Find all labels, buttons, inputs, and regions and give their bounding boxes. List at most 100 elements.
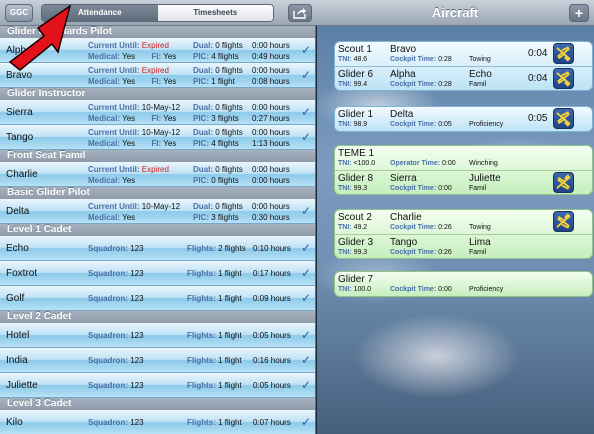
land-button[interactable]: [553, 43, 574, 64]
squadron: Squadron: 123: [88, 244, 144, 253]
pic-hours: 0:49 hours: [252, 52, 290, 61]
checkmark-icon: ✓: [300, 291, 311, 305]
cockpit-time: Cockpit Time: 0:26: [390, 224, 452, 231]
checkmark-icon: ✓: [300, 378, 311, 392]
pilot-1: Alpha: [390, 69, 416, 80]
dual-hours: 0:00 hours: [252, 128, 290, 137]
pilot-row[interactable]: Alpha Current Until: Expired Medical: Ye…: [0, 38, 315, 63]
squadron: Squadron: 123: [88, 269, 144, 278]
squadron: Squadron: 123: [88, 381, 144, 390]
cockpit-time: Cockpit Time: 0:28: [390, 56, 452, 63]
ggc-button[interactable]: GGC: [5, 4, 33, 22]
pilot-1: Delta: [390, 109, 414, 120]
hours: 0:09 hours: [253, 294, 291, 303]
aircraft-card[interactable]: Scout 1 TNI: 48.6 Bravo Cockpit Time: 0:…: [334, 41, 593, 91]
aircraft-line[interactable]: Glider 7 TNI: 100.0 Cockpit Time: 0:00 P…: [335, 272, 592, 296]
checkmark-icon: ✓: [300, 130, 311, 144]
launch-button[interactable]: [553, 172, 574, 193]
launch-button[interactable]: [553, 211, 574, 232]
cadet-row[interactable]: Kilo Squadron: 123 Flights: 1 flight 0:0…: [0, 410, 315, 434]
tni: TNI: 98.9: [338, 121, 368, 128]
aircraft-line[interactable]: Glider 6 TNI: 99.4 Alpha Cockpit Time: 0…: [335, 66, 592, 90]
aircraft-line[interactable]: Glider 1 TNI: 98.9 Delta Cockpit Time: 0…: [335, 107, 592, 131]
pilot-1: Sierra: [390, 173, 417, 184]
aircraft-card[interactable]: Glider 7 TNI: 100.0 Cockpit Time: 0:00 P…: [334, 271, 593, 297]
land-button[interactable]: [553, 108, 574, 129]
dual-flights: Dual: 0 flights: [193, 103, 243, 112]
attendance-list[interactable]: Glider Standards Pilot Alpha Current Unt…: [0, 26, 316, 434]
pic-flights: PIC: 3 flights: [193, 213, 239, 222]
operator-time: Operator Time: 0:00: [390, 160, 456, 167]
pilot-row[interactable]: Delta Current Until: 10-May-12 Medical: …: [0, 199, 315, 224]
aircraft-card[interactable]: Glider 1 TNI: 98.9 Delta Cockpit Time: 0…: [334, 106, 593, 132]
cadet-row[interactable]: Juliette Squadron: 123 Flights: 1 flight…: [0, 373, 315, 398]
cadet-row[interactable]: Hotel Squadron: 123 Flights: 1 flight 0:…: [0, 323, 315, 348]
cadet-row[interactable]: India Squadron: 123 Flights: 1 flight 0:…: [0, 348, 315, 373]
tab-attendance[interactable]: Attendance: [42, 5, 158, 21]
pilot-name: Tango: [6, 132, 34, 143]
plane-landing-icon: [556, 111, 571, 127]
cadet-name: Golf: [6, 293, 25, 304]
cadet-name: Echo: [6, 243, 29, 254]
cockpit-time: Cockpit Time: 0:00: [390, 185, 452, 192]
pic-flights: PIC: 3 flights: [193, 114, 239, 123]
elapsed-time: 0:05: [528, 113, 548, 124]
launch-mode: Winching: [469, 160, 498, 167]
aircraft-line[interactable]: Glider 8 TNI: 99.3 Sierra Cockpit Time: …: [335, 170, 592, 194]
pilot-1: Charlie: [390, 212, 422, 223]
medical: Medical: Yes FI: Yes: [88, 77, 177, 86]
cadet-row[interactable]: Echo Squadron: 123 Flights: 2 flights 0:…: [0, 236, 315, 261]
launch-mode: Proficiency: [469, 286, 504, 293]
cadet-name: Kilo: [6, 417, 23, 428]
squadron: Squadron: 123: [88, 294, 144, 303]
section-header: Glider Instructor: [0, 88, 315, 100]
section-header: Level 1 Cadet: [0, 224, 315, 236]
aircraft-card[interactable]: Scout 2 TNI: 49.2 Charlie Cockpit Time: …: [334, 209, 593, 259]
hours: 0:17 hours: [253, 269, 291, 278]
flights: Flights: 1 flight: [187, 418, 242, 427]
tni: TNI: 49.2: [338, 224, 368, 231]
section-header: Glider Standards Pilot: [0, 26, 315, 38]
current-until: Current Until: 10-May-12: [88, 128, 181, 137]
land-button[interactable]: [553, 68, 574, 89]
dual-hours: 0:00 hours: [252, 103, 290, 112]
pic-flights: PIC: 0 flights: [193, 176, 239, 185]
tni: TNI: 99.4: [338, 81, 368, 88]
aircraft-panel[interactable]: Scout 1 TNI: 48.6 Bravo Cockpit Time: 0:…: [317, 26, 594, 434]
dual-flights: Dual: 0 flights: [193, 66, 243, 75]
checkmark-icon: ✓: [300, 68, 311, 82]
aircraft-card[interactable]: TEME 1 TNI: <100.0 Operator Time: 0:00 W…: [334, 145, 593, 195]
dual-hours: 0:00 hours: [252, 165, 290, 174]
tab-timesheets[interactable]: Timesheets: [157, 5, 273, 21]
flights: Flights: 1 flight: [187, 331, 242, 340]
hours: 0:05 hours: [253, 381, 291, 390]
hours: 0:05 hours: [253, 331, 291, 340]
plane-takeoff-icon: [556, 174, 571, 190]
pilot-row[interactable]: Tango Current Until: 10-May-12 Medical: …: [0, 125, 315, 150]
glider-name: TEME 1: [338, 148, 375, 159]
squadron: Squadron: 123: [88, 331, 144, 340]
medical: Medical: Yes FI: Yes: [88, 139, 177, 148]
checkmark-icon: ✓: [300, 266, 311, 280]
flights: Flights: 2 flights: [187, 244, 246, 253]
tni: TNI: 99.3: [338, 185, 368, 192]
launch-mode: Famil: [469, 81, 487, 88]
cadet-name: Hotel: [6, 330, 30, 341]
aircraft-line[interactable]: Scout 1 TNI: 48.6 Bravo Cockpit Time: 0:…: [335, 42, 592, 66]
aircraft-line[interactable]: TEME 1 TNI: <100.0 Operator Time: 0:00 W…: [335, 146, 592, 170]
cadet-row[interactable]: Foxtrot Squadron: 123 Flights: 1 flight …: [0, 261, 315, 286]
medical: Medical: Yes FI: Yes: [88, 114, 177, 123]
pilot-row[interactable]: Sierra Current Until: 10-May-12 Medical:…: [0, 100, 315, 125]
cadet-row[interactable]: Golf Squadron: 123 Flights: 1 flight 0:0…: [0, 286, 315, 311]
pic-flights: PIC: 4 flights: [193, 52, 239, 61]
aircraft-line[interactable]: Scout 2 TNI: 49.2 Charlie Cockpit Time: …: [335, 210, 592, 234]
pic-flights: PIC: 1 flight: [193, 77, 235, 86]
pilot-name: Alpha: [6, 45, 32, 56]
add-button[interactable]: +: [569, 4, 589, 22]
pilot-row[interactable]: Charlie Current Until: Expired Medical: …: [0, 162, 315, 187]
pilot-row[interactable]: Bravo Current Until: Expired Medical: Ye…: [0, 63, 315, 88]
aircraft-line[interactable]: Glider 3 TNI: 99.3 Tango Cockpit Time: 0…: [335, 234, 592, 258]
cockpit-time: Cockpit Time: 0:26: [390, 249, 452, 256]
hours: 0:16 hours: [253, 356, 291, 365]
share-button[interactable]: [288, 4, 312, 22]
